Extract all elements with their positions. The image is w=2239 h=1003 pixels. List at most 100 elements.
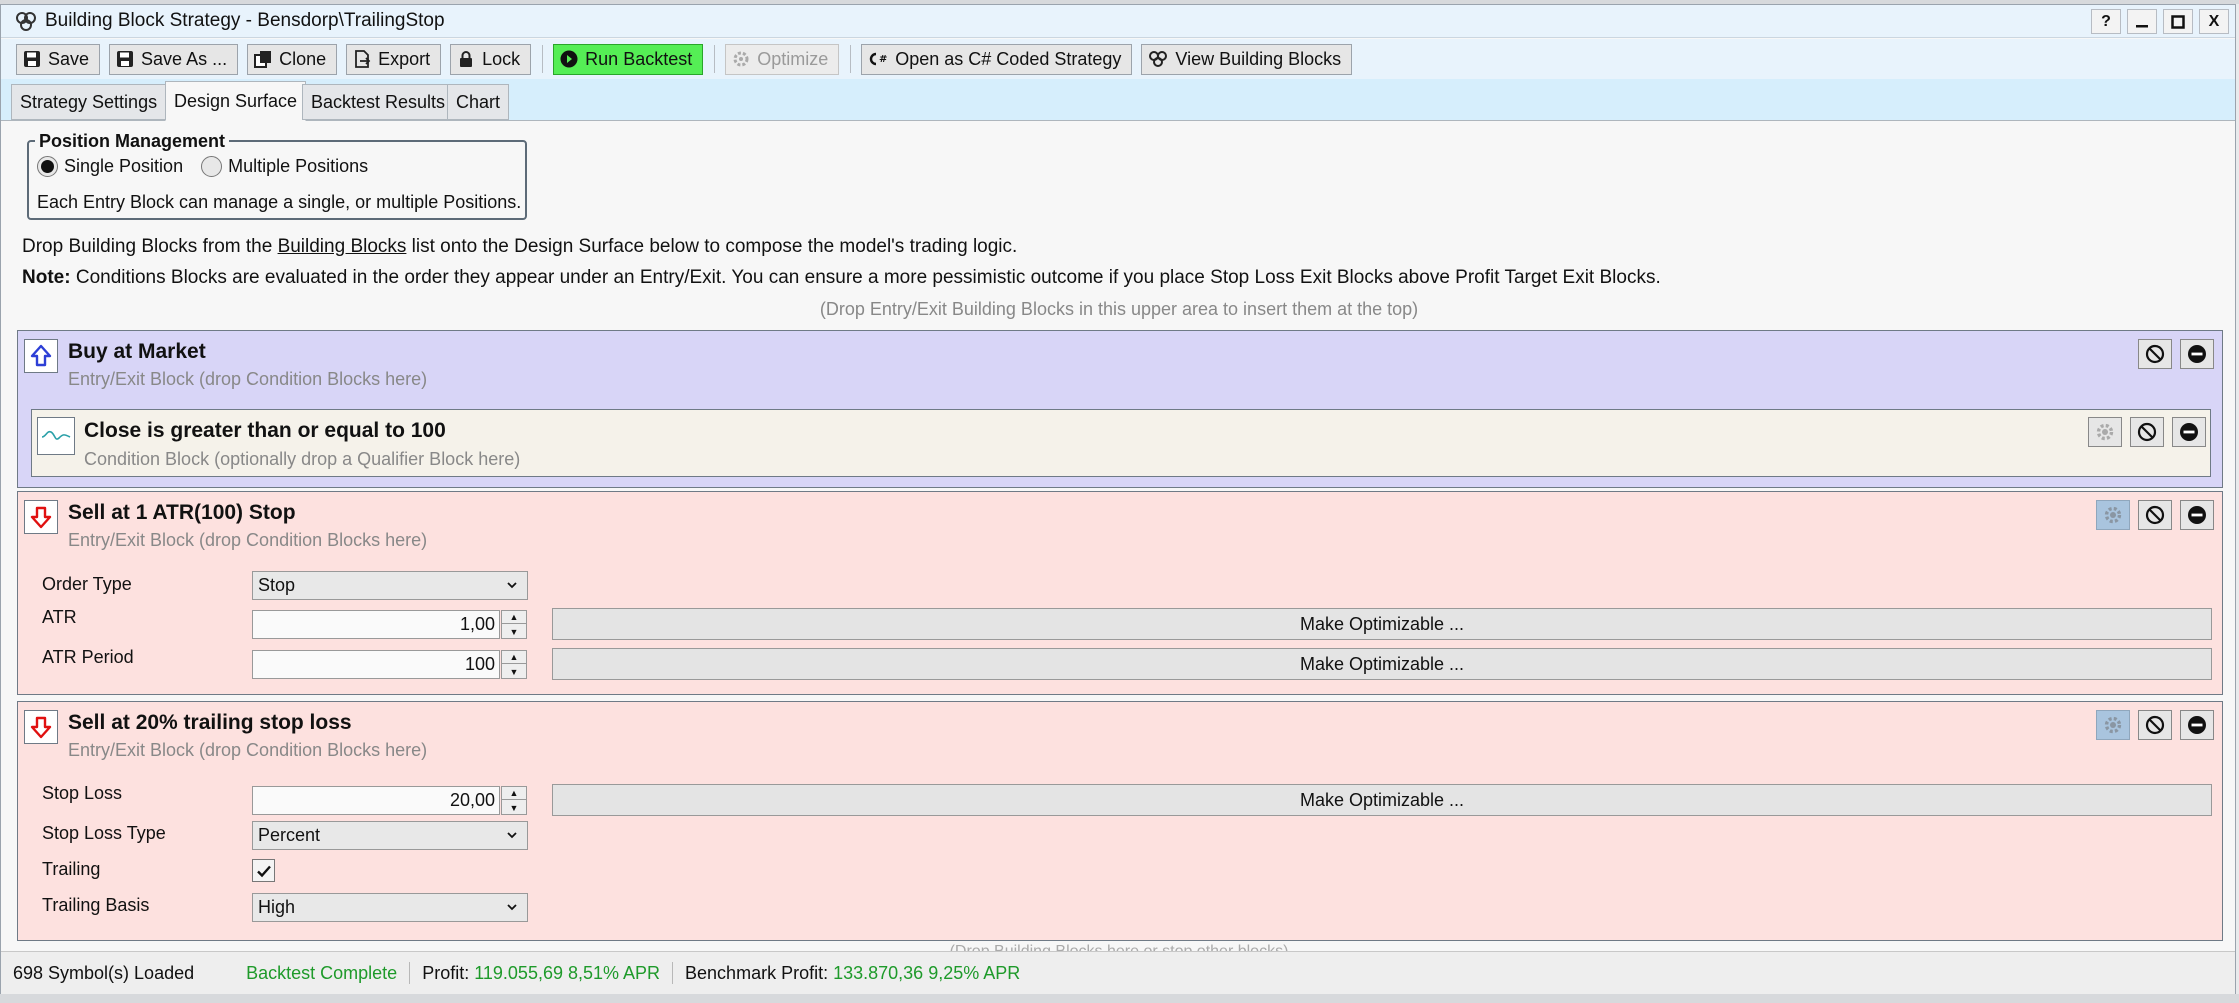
gears-icon: [733, 51, 749, 67]
block-title: Sell at 20% trailing stop loss: [68, 711, 352, 734]
entry-block-buy-at-market[interactable]: Buy at Market Entry/Exit Block (drop Con…: [17, 330, 2223, 488]
run-backtest-button[interactable]: Run Backtest: [553, 43, 704, 75]
title-bar: Building Block Strategy - Bensdorp\Trail…: [1, 5, 2235, 38]
checkmark-icon: [256, 865, 271, 877]
condition-title: Close is greater than or equal to 100: [84, 419, 446, 442]
atr-label: ATR: [42, 607, 77, 627]
atr-period-input[interactable]: 100: [252, 650, 500, 679]
spin-down-icon[interactable]: ▼: [502, 665, 526, 678]
remove-condition-button[interactable]: [2172, 417, 2206, 447]
backtest-status: Backtest Complete: [246, 962, 398, 983]
disable-block-button[interactable]: [2138, 500, 2172, 530]
spin-up-icon[interactable]: ▲: [502, 611, 526, 624]
open-csharp-button[interactable]: # Open as C# Coded Strategy: [861, 43, 1133, 75]
drop-zone-top[interactable]: (Drop Entry/Exit Building Blocks in this…: [1, 299, 2235, 320]
toolbar-separator: [850, 45, 852, 73]
single-position-radio[interactable]: [37, 156, 58, 177]
clone-button[interactable]: Clone: [247, 43, 338, 75]
exit-block-trailing-stop[interactable]: Sell at 20% trailing stop loss Entry/Exi…: [17, 701, 2223, 941]
single-position-label: Single Position: [64, 156, 184, 176]
stop-loss-type-select[interactable]: Percent: [252, 821, 528, 850]
condition-block-close-gte-100[interactable]: Close is greater than or equal to 100 Co…: [31, 409, 2211, 477]
minimize-button[interactable]: [2127, 9, 2157, 34]
atr-input[interactable]: 1,00: [252, 610, 500, 639]
design-surface[interactable]: Position Management Single Position Mult…: [1, 121, 2235, 951]
make-optimizable-stop-loss-button[interactable]: Make Optimizable ...: [552, 784, 2212, 816]
profit-label: Profit:: [422, 962, 470, 983]
spin-down-icon[interactable]: ▼: [502, 801, 526, 814]
remove-block-button[interactable]: [2180, 710, 2214, 740]
make-optimizable-atr-period-button[interactable]: Make Optimizable ...: [552, 648, 2212, 680]
help-button[interactable]: ?: [2091, 9, 2121, 34]
block-subtitle: Entry/Exit Block (drop Condition Blocks …: [68, 740, 428, 760]
trailing-basis-select[interactable]: High: [252, 893, 528, 922]
make-optimizable-atr-button[interactable]: Make Optimizable ...: [552, 608, 2212, 640]
disable-condition-button[interactable]: [2130, 417, 2164, 447]
chevron-down-icon: [507, 904, 517, 911]
building-blocks-icon: [1149, 51, 1168, 67]
drop-zone-bottom[interactable]: (Drop Building Blocks here or stop other…: [1, 943, 2235, 951]
export-icon: [355, 50, 371, 68]
prohibit-icon: [2137, 422, 2157, 442]
view-building-blocks-label: View Building Blocks: [1175, 48, 1342, 69]
prohibit-icon: [2145, 505, 2165, 525]
export-button[interactable]: Export: [346, 43, 442, 75]
optimize-button[interactable]: Optimize: [725, 43, 840, 75]
instructions-post: list onto the Design Surface below to co…: [406, 236, 1018, 257]
block-subtitle: Entry/Exit Block (drop Condition Blocks …: [68, 530, 428, 550]
view-building-blocks-button[interactable]: View Building Blocks: [1141, 43, 1353, 75]
building-blocks-icon: [15, 10, 37, 32]
background-strip-bottom: [0, 994, 2239, 1003]
svg-text:#: #: [879, 54, 887, 65]
tab-chart[interactable]: Chart: [447, 84, 510, 120]
prohibit-icon: [2145, 344, 2165, 364]
instructions-text: Drop Building Blocks from the Building B…: [22, 236, 1017, 258]
tab-strategy-settings[interactable]: Strategy Settings: [11, 84, 167, 120]
configure-block-button[interactable]: [2096, 710, 2130, 740]
chevron-down-icon: [507, 832, 517, 839]
exit-block-sell-atr-stop[interactable]: Sell at 1 ATR(100) Stop Entry/Exit Block…: [17, 491, 2223, 695]
close-button[interactable]: X: [2199, 9, 2229, 34]
tab-bar: Strategy Settings Design Surface Backtes…: [1, 79, 2235, 121]
window-title: Building Block Strategy - Bensdorp\Trail…: [45, 10, 445, 31]
stop-loss-input[interactable]: 20,00: [252, 786, 500, 815]
multiple-positions-label: Multiple Positions: [228, 156, 369, 176]
configure-condition-button[interactable]: [2088, 417, 2122, 447]
disable-block-button[interactable]: [2138, 710, 2172, 740]
spin-up-icon[interactable]: ▲: [502, 651, 526, 664]
maximize-icon: [2171, 14, 2185, 29]
order-type-select[interactable]: Stop: [252, 571, 528, 600]
play-circle-icon: [560, 50, 578, 68]
remove-block-button[interactable]: [2180, 500, 2214, 530]
tab-backtest-results[interactable]: Backtest Results: [302, 84, 455, 120]
atr-period-spinner[interactable]: ▲ ▼: [501, 650, 527, 679]
remove-block-button[interactable]: [2180, 339, 2214, 369]
chevron-down-icon: [507, 582, 517, 589]
tab-design-surface[interactable]: Design Surface: [165, 81, 307, 121]
save-button[interactable]: Save: [16, 43, 101, 75]
lock-label: Lock: [482, 48, 521, 69]
up-arrow-icon: [24, 339, 58, 373]
multiple-positions-radio[interactable]: [201, 156, 223, 177]
minus-circle-icon: [2188, 345, 2206, 363]
trailing-checkbox[interactable]: [252, 859, 275, 882]
position-management-note: Each Entry Block can manage a single, or…: [37, 192, 522, 212]
optimize-label: Optimize: [757, 48, 829, 69]
maximize-button[interactable]: [2163, 9, 2193, 34]
stop-loss-spinner[interactable]: ▲ ▼: [501, 786, 527, 815]
stop-loss-label: Stop Loss: [42, 783, 123, 803]
down-arrow-icon: [24, 500, 58, 534]
spin-up-icon[interactable]: ▲: [502, 787, 526, 800]
configure-block-button[interactable]: [2096, 500, 2130, 530]
disable-block-button[interactable]: [2138, 339, 2172, 369]
building-blocks-link[interactable]: Building Blocks: [278, 236, 407, 257]
symbols-loaded-status: 698 Symbol(s) Loaded: [13, 962, 195, 983]
spin-down-icon[interactable]: ▼: [502, 625, 526, 638]
atr-spinner[interactable]: ▲ ▼: [501, 610, 527, 639]
save-as-button[interactable]: Save As ...: [109, 43, 239, 75]
order-type-label: Order Type: [42, 574, 132, 594]
down-arrow-icon: [24, 710, 58, 744]
lock-button[interactable]: Lock: [450, 43, 532, 75]
minus-circle-icon: [2188, 506, 2206, 524]
clone-icon: [254, 51, 272, 68]
